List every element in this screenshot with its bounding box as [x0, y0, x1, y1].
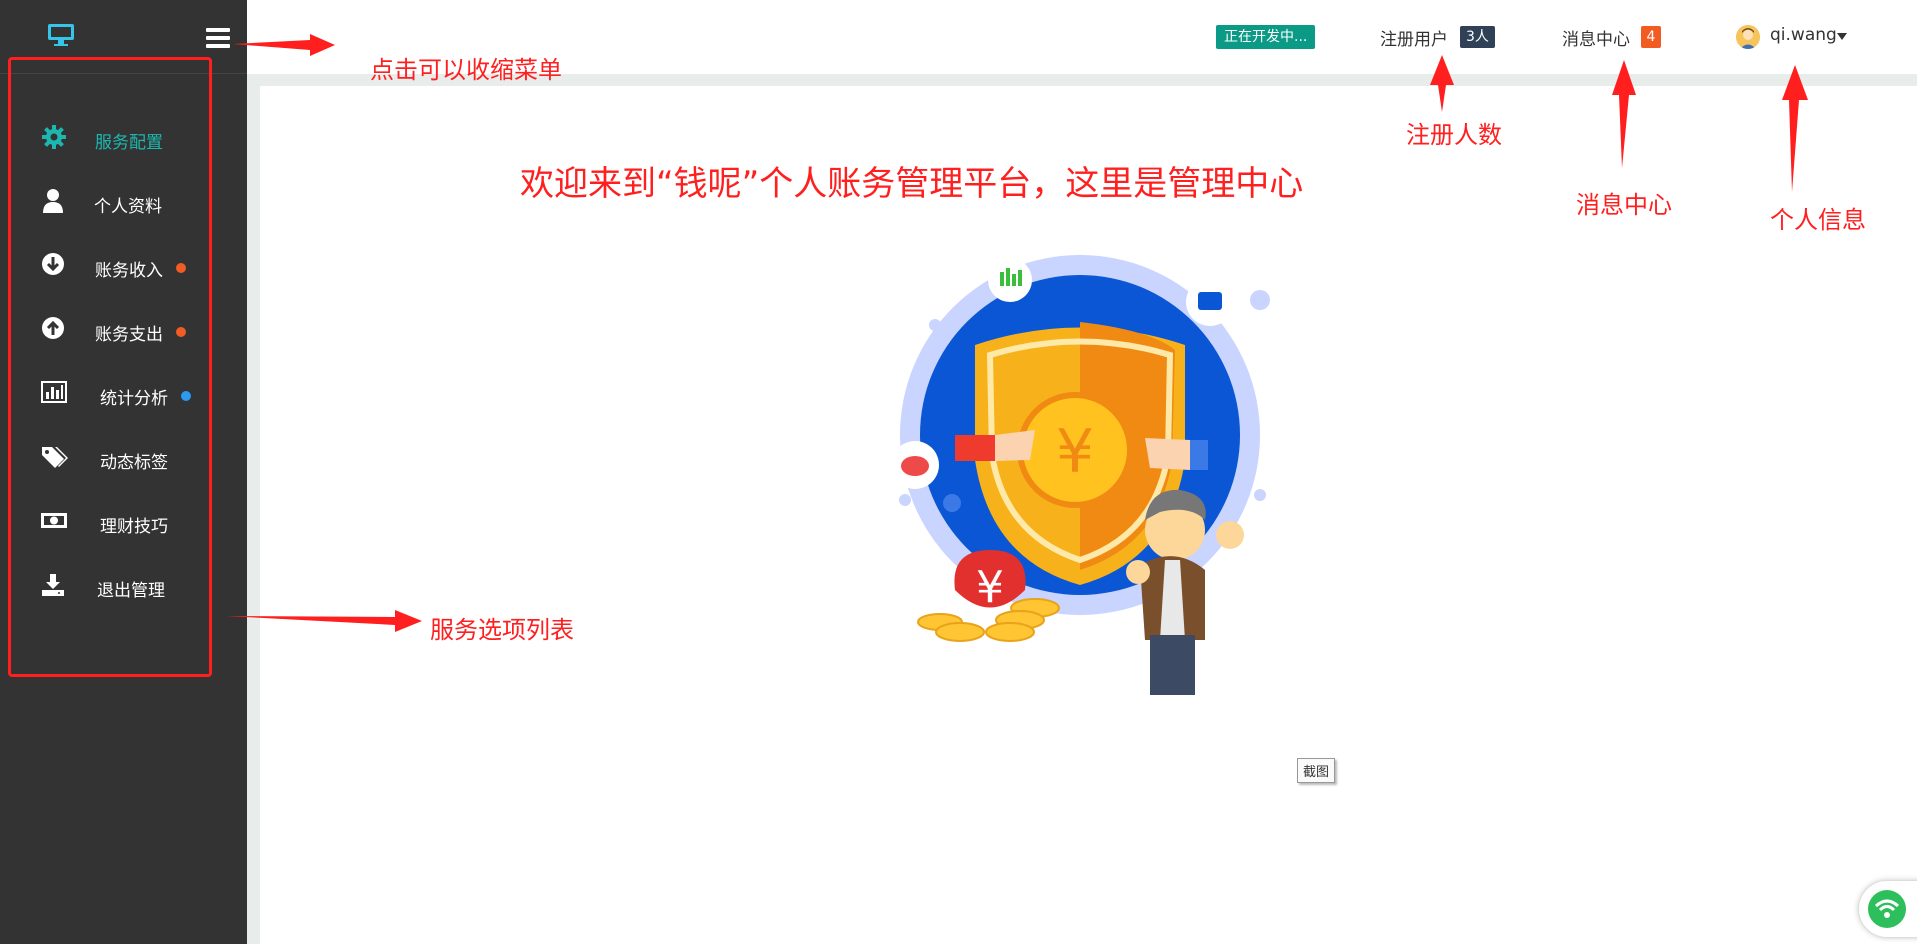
network-widget[interactable]	[1858, 880, 1917, 938]
annotation-registered-count: 注册人数	[1406, 121, 1502, 149]
annotation-collapse-menu: 点击可以收缩菜单	[370, 56, 562, 84]
screenshot-button[interactable]: 截图	[1297, 758, 1336, 783]
wifi-icon	[1868, 890, 1906, 928]
annotation-arrows	[226, 34, 1808, 632]
annotation-personal-info: 个人信息	[1770, 206, 1866, 234]
annotation-service-list: 服务选项列表	[430, 616, 574, 644]
annotation-message-center: 消息中心	[1576, 191, 1672, 219]
